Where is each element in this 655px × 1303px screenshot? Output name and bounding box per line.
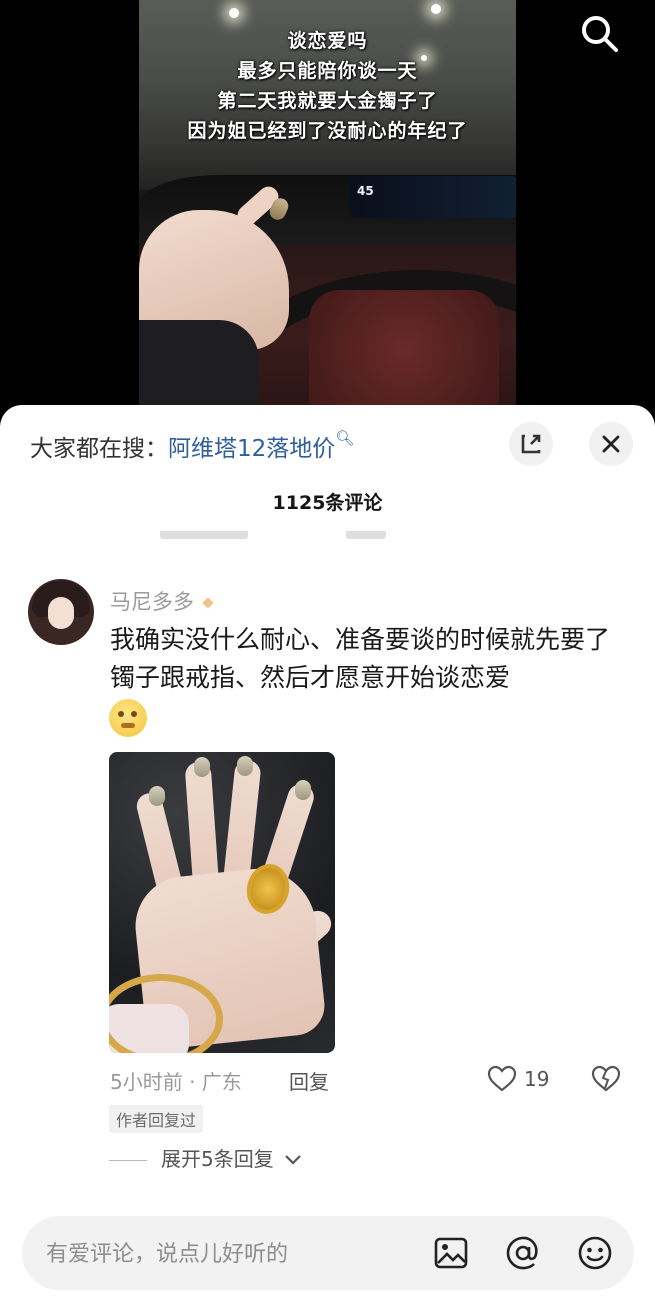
photo-nail xyxy=(149,786,165,806)
steering-wheel-center xyxy=(309,290,499,420)
video-caption: 谈恋爱吗 最多只能陪你谈一天 第二天我就要大金镯子了 因为姐已经到了没耐心的年纪… xyxy=(0,26,655,146)
street-light xyxy=(229,8,239,18)
comment-username[interactable]: 马尼多多 xyxy=(110,586,214,616)
author-replied-badge: 作者回复过 xyxy=(109,1105,204,1133)
comment-image[interactable] xyxy=(109,752,335,1053)
search-icon: 🔍︎ xyxy=(335,429,355,447)
speed-readout: 45 xyxy=(357,184,374,198)
caption-line: 第二天我就要大金镯子了 xyxy=(217,90,438,112)
video-player[interactable]: 45 谈恋爱吗 最多只能陪你谈一天 第二天我就要大金镯子了 因为姐已经到了没耐心… xyxy=(0,0,655,420)
comment-text: 我确实没什么耐心、准备要谈的时候就先要了镯子跟戒指、然后才愿意开始谈恋爱 xyxy=(110,625,611,692)
avatar-face xyxy=(48,597,74,629)
search-icon[interactable] xyxy=(578,12,620,54)
username-text: 马尼多多 xyxy=(110,590,194,614)
expand-replies-button[interactable]: 展开5条回复 xyxy=(109,1143,302,1172)
comment-input[interactable] xyxy=(44,1232,408,1276)
chevron-down-icon xyxy=(285,1155,301,1165)
photo-nail xyxy=(237,756,253,776)
caption-line: 最多只能陪你谈一天 xyxy=(237,60,418,82)
like-count: 19 xyxy=(524,1067,550,1091)
smile-icon[interactable] xyxy=(576,1234,614,1272)
avatar[interactable] xyxy=(28,579,94,645)
emoji-icon xyxy=(109,699,147,737)
scrolled-text-remnant xyxy=(160,531,390,543)
caption-line: 谈恋爱吗 xyxy=(287,30,368,52)
at-icon[interactable] xyxy=(504,1234,542,1272)
caption-line: 因为姐已经到了没耐心的年纪了 xyxy=(187,120,468,142)
comment-meta: 5小时前 · 广东 xyxy=(110,1070,242,1094)
close-button[interactable] xyxy=(589,422,633,466)
image-icon[interactable] xyxy=(432,1234,470,1272)
street-light xyxy=(431,4,441,14)
diamond-icon xyxy=(202,597,214,609)
comment-count: 1125条评论 xyxy=(272,492,383,514)
fullscreen-button[interactable] xyxy=(509,422,553,466)
photo-nail xyxy=(295,780,311,800)
photo-nail xyxy=(194,757,210,777)
hot-search-label: 大家都在搜： xyxy=(30,436,168,462)
broken-heart-icon[interactable] xyxy=(591,1064,621,1094)
reply-button[interactable]: 回复 xyxy=(289,1066,329,1095)
close-icon xyxy=(602,435,620,453)
hot-search[interactable]: 大家都在搜：阿维塔12落地价🔍︎ xyxy=(30,429,354,463)
divider xyxy=(109,1160,147,1161)
heart-icon[interactable] xyxy=(487,1064,517,1094)
comments-sheet: 大家都在搜：阿维塔12落地价🔍︎ 1125条评论 马尼多多 我确实没什么耐心、准… xyxy=(0,405,655,1303)
dashboard-screen: 45 xyxy=(349,176,516,218)
comment-input-bar xyxy=(22,1216,634,1290)
fullscreen-icon xyxy=(521,434,541,454)
expand-label: 展开5条回复 xyxy=(161,1147,274,1171)
hot-search-term[interactable]: 阿维塔12落地价 xyxy=(168,436,335,462)
